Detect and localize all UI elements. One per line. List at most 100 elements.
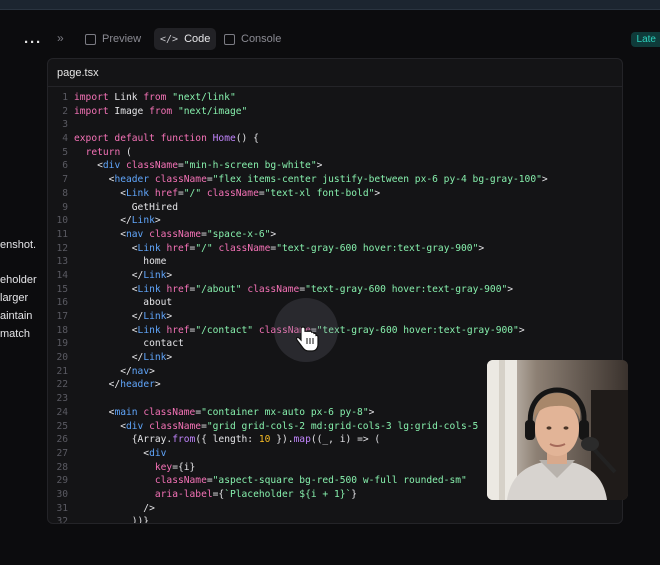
code-token: className — [149, 420, 202, 432]
double-chevron-icon[interactable]: » — [57, 31, 64, 45]
code-token: > — [154, 379, 161, 391]
code-token: from — [172, 434, 196, 446]
code-token: nav — [125, 228, 144, 240]
line-number: 29 — [56, 475, 68, 487]
preview-icon — [85, 33, 96, 45]
line-number: 26 — [56, 434, 68, 446]
code-token: Link — [143, 311, 167, 322]
code-token: aria-label — [154, 488, 213, 500]
code-token: /> — [74, 502, 155, 514]
line-number: 17 — [56, 311, 68, 322]
line-number: 23 — [56, 393, 68, 405]
code-token: > — [270, 228, 277, 240]
chat-text-fragment: eholder — [0, 274, 37, 286]
bottom-bar — [47, 530, 660, 565]
line-number: 1 — [62, 92, 68, 103]
code-token: header — [114, 174, 150, 186]
code-token: home — [74, 256, 167, 268]
code-token: className — [143, 406, 196, 418]
latest-badge: Late — [630, 32, 660, 47]
line-number: 30 — [56, 488, 68, 500]
tab-console[interactable]: Console — [218, 28, 287, 50]
code-token: "space-x-6" — [206, 228, 271, 240]
line-number: 28 — [56, 461, 68, 473]
code-token: about — [74, 297, 173, 309]
code-token: Link — [108, 92, 144, 103]
line-number: 2 — [62, 105, 68, 117]
more-dots-icon[interactable]: ··· — [24, 34, 42, 51]
code-token: className — [247, 283, 300, 295]
code-token: < — [74, 174, 115, 186]
code-token: "/" — [195, 242, 213, 254]
code-token: "next/image" — [177, 105, 248, 117]
line-number: 20 — [56, 352, 68, 364]
code-token: () { — [235, 133, 259, 145]
code-token: Link — [137, 283, 161, 295]
code-line: 3 — [48, 118, 622, 132]
code-token: < — [74, 187, 126, 199]
line-number: 3 — [62, 119, 68, 131]
tab-preview[interactable]: Preview — [79, 28, 147, 50]
code-token: className — [149, 228, 202, 240]
code-token: "text-gray-600 hover:text-gray-900" — [276, 242, 479, 254]
code-token: > — [374, 187, 381, 199]
toolbar: » Preview </> Code Console Late — [47, 26, 660, 54]
code-token: href — [154, 187, 178, 199]
code-token: > — [166, 269, 173, 281]
webcam-overlay — [487, 360, 628, 500]
code-token: key — [154, 461, 173, 473]
code-token: Link — [125, 187, 150, 199]
tab-preview-label: Preview — [102, 33, 142, 45]
code-token: "flex items-center justify-between px-6 … — [212, 174, 542, 186]
code-token: Link — [143, 352, 167, 364]
code-token: </ — [74, 352, 144, 364]
code-token: div — [149, 447, 167, 459]
code-token: div — [102, 160, 121, 172]
code-token: GetHired — [74, 201, 178, 213]
code-token: ((_, i) => ( — [310, 434, 381, 446]
code-line: 1 import Link from "next/link" — [48, 91, 622, 105]
code-token: < — [74, 420, 126, 432]
line-number: 31 — [56, 502, 68, 514]
line-number: 13 — [56, 256, 68, 268]
code-token: Home — [212, 133, 236, 145]
code-line: 4 export default function Home() { — [48, 132, 622, 146]
code-icon: </> — [160, 33, 179, 45]
code-token: from — [149, 105, 173, 117]
line-number: 15 — [56, 283, 68, 295]
code-token: Link — [137, 242, 161, 254]
code-token: ({ length: — [195, 434, 259, 446]
webcam-person-image — [487, 360, 628, 500]
tab-code[interactable]: </> Code — [154, 28, 217, 50]
code-line: 13 home — [48, 255, 622, 269]
code-token: < — [74, 242, 138, 254]
code-token: < — [74, 283, 138, 295]
code-token: > — [166, 311, 173, 322]
code-token: < — [74, 228, 126, 240]
tab-console-label: Console — [241, 33, 282, 45]
line-number: 10 — [56, 215, 68, 227]
file-tab[interactable]: page.tsx — [48, 59, 622, 87]
code-token: ={ — [212, 488, 225, 500]
code-token: ( — [120, 146, 132, 158]
code-token: from — [143, 92, 167, 103]
line-number: 18 — [56, 324, 68, 336]
line-number: 25 — [56, 420, 68, 432]
line-number: 21 — [56, 365, 68, 377]
code-token: 10 — [258, 434, 271, 446]
code-token: < — [74, 406, 115, 418]
code-token: map — [293, 434, 311, 446]
code-token: > — [507, 283, 514, 295]
code-token: contact — [74, 338, 184, 350]
code-line: 5 return ( — [48, 146, 622, 160]
code-token: `Placeholder ${i + 1}` — [224, 488, 352, 500]
code-token: Link — [137, 324, 161, 336]
line-number: 14 — [56, 269, 68, 281]
line-number: 4 — [62, 133, 68, 145]
code-token: href — [166, 242, 190, 254]
code-token: "text-gray-600 hover:text-gray-900" — [305, 283, 508, 295]
code-line: 12 < Link href = "/" className = "text-gray-6… — [48, 242, 622, 256]
code-token: </ — [74, 215, 132, 227]
